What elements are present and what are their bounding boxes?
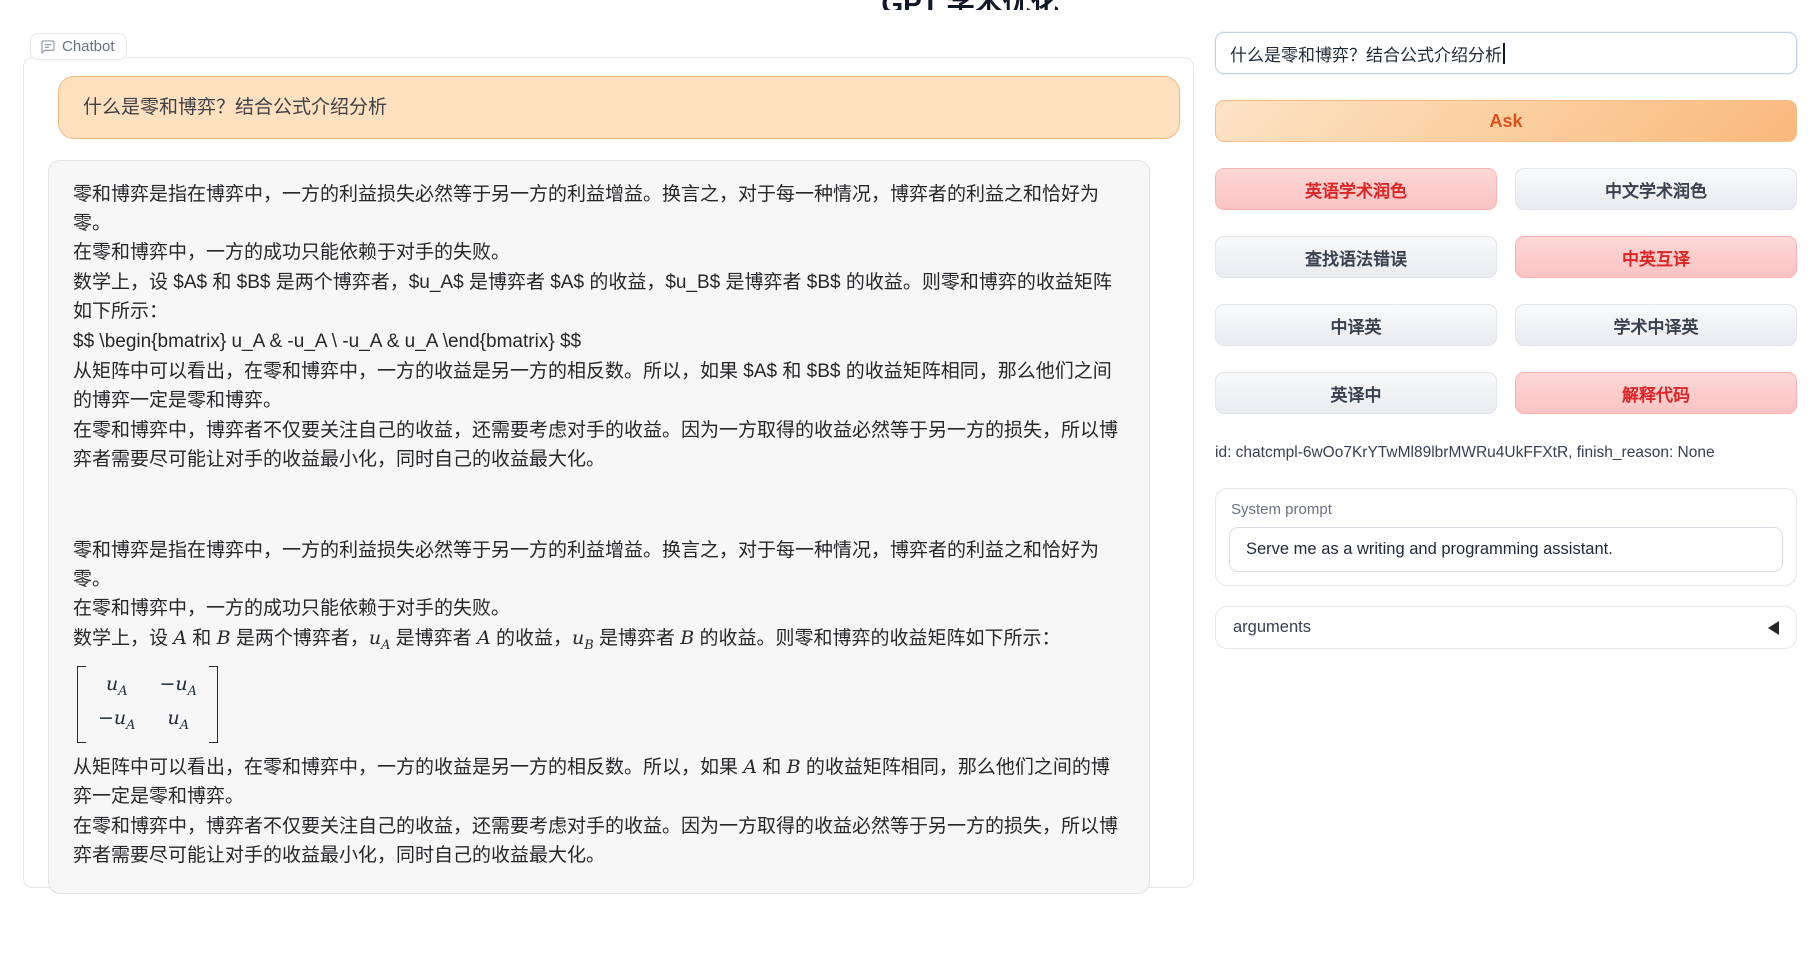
message-list: 什么是零和博弈？结合公式介绍分析 零和博弈是指在博弈中，一方的利益损失必然等于另… (24, 58, 1193, 894)
chat-bubble-icon (40, 39, 56, 55)
matrix-cell: uA (98, 672, 136, 704)
matrix-cell: uA (160, 706, 198, 738)
assistant-raw-paragraph: 零和博弈是指在博弈中，一方的利益损失必然等于另一方的利益增益。换言之，对于每一种… (73, 180, 1125, 267)
control-column: 什么是零和博弈？结合公式介绍分析 Ask 英语学术润色 中文学术润色 查找语法错… (1215, 32, 1797, 649)
response-status-line: id: chatcmpl-6wOo7KrYTwMl89lbrMWRu4UkFFX… (1215, 444, 1797, 462)
assistant-raw-paragraph: 从矩阵中可以看出，在零和博弈中，一方的收益是另一方的相反数。所以，如果 $A$ … (73, 357, 1125, 415)
assistant-rendered-math-paragraph: 从矩阵中可以看出，在零和博弈中，一方的收益是另一方的相反数。所以，如果 A 和 … (73, 753, 1125, 811)
quick-action-english-academic-polish[interactable]: 英语学术润色 (1215, 168, 1497, 210)
payoff-matrix: uA −uA −uA uA (77, 666, 218, 744)
system-prompt-input[interactable]: Serve me as a writing and programming as… (1229, 527, 1783, 572)
assistant-rendered-math-paragraph: 数学上，设 A 和 B 是两个博弈者，uA 是博弈者 A 的收益，uB 是博弈者… (73, 624, 1125, 660)
chatbot-label: Chatbot (30, 33, 127, 60)
assistant-rendered-paragraph: 在零和博弈中，博弈者不仅要关注自己的收益，还需要考虑对手的收益。因为一方取得的收… (73, 812, 1125, 870)
ask-button[interactable]: Ask (1215, 100, 1797, 142)
system-prompt-card: System prompt Serve me as a writing and … (1215, 488, 1797, 586)
matrix-cell: −uA (160, 672, 198, 704)
message-gap (73, 475, 1125, 535)
chatbot-panel: Chatbot 什么是零和博弈？结合公式介绍分析 零和博弈是指在博弈中，一方的利… (23, 57, 1194, 888)
quick-action-chinese-academic-polish[interactable]: 中文学术润色 (1515, 168, 1797, 210)
text-cursor (1503, 43, 1505, 64)
arguments-accordion[interactable]: arguments (1215, 606, 1797, 649)
assistant-rendered-paragraph: 零和博弈是指在博弈中，一方的利益损失必然等于另一方的利益增益。换言之，对于每一种… (73, 536, 1125, 623)
assistant-raw-paragraph: 数学上，设 $A$ 和 $B$ 是两个博弈者，$u_A$ 是博弈者 $A$ 的收… (73, 268, 1125, 326)
prompt-input[interactable]: 什么是零和博弈？结合公式介绍分析 (1215, 32, 1797, 74)
quick-action-en-to-zh[interactable]: 英译中 (1215, 372, 1497, 414)
user-message: 什么是零和博弈？结合公式介绍分析 (58, 76, 1180, 139)
quick-action-academic-zh-to-en[interactable]: 学术中译英 (1515, 304, 1797, 346)
assistant-raw-latex: $$ \begin{bmatrix} u_A & -u_A \ -u_A & u… (73, 327, 1125, 356)
prompt-input-value: 什么是零和博弈？结合公式介绍分析 (1230, 41, 1502, 66)
quick-action-zh-to-en[interactable]: 中译英 (1215, 304, 1497, 346)
matrix-cell: −uA (98, 706, 136, 738)
assistant-message: 零和博弈是指在博弈中，一方的利益损失必然等于另一方的利益增益。换言之，对于每一种… (48, 160, 1150, 894)
chatbot-label-text: Chatbot (62, 38, 115, 55)
system-prompt-label: System prompt (1231, 501, 1783, 518)
matrix-right-bracket (209, 666, 218, 744)
page-title: GPT 学术优化 (870, 0, 1070, 10)
arguments-accordion-label: arguments (1233, 618, 1311, 637)
quick-actions-grid: 英语学术润色 中文学术润色 查找语法错误 中英互译 中译英 学术中译英 英译中 … (1215, 168, 1797, 414)
assistant-raw-paragraph: 在零和博弈中，博弈者不仅要关注自己的收益，还需要考虑对手的收益。因为一方取得的收… (73, 416, 1125, 474)
quick-action-explain-code[interactable]: 解释代码 (1515, 372, 1797, 414)
matrix-left-bracket (77, 666, 86, 744)
quick-action-find-grammar-errors[interactable]: 查找语法错误 (1215, 236, 1497, 278)
collapse-icon (1768, 621, 1779, 635)
quick-action-zh-en-translate[interactable]: 中英互译 (1515, 236, 1797, 278)
